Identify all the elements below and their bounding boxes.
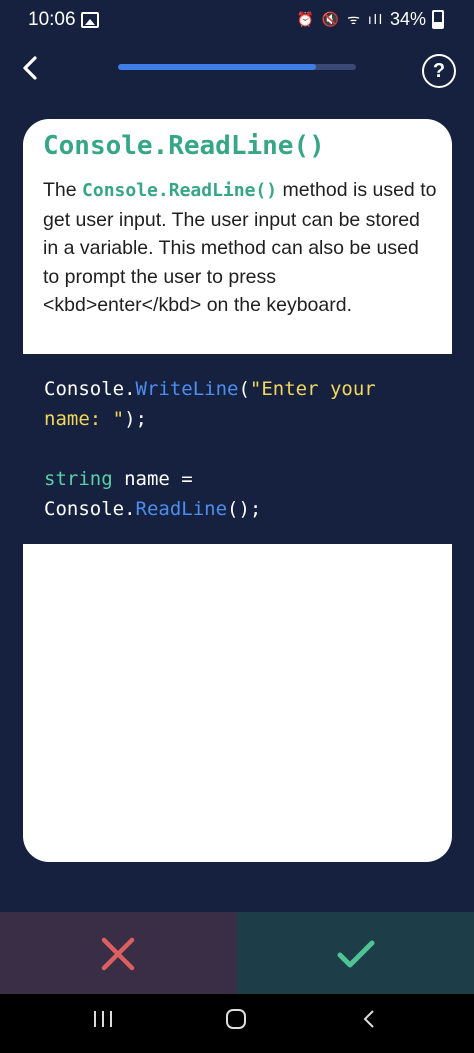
battery-percent: 34% [389, 9, 426, 29]
close-icon [101, 937, 135, 971]
code-token-string: "Enter your [249, 378, 376, 400]
code-block: Console.WriteLine("Enter your name: "); … [23, 354, 452, 544]
system-nav-bar [0, 994, 474, 1053]
code-token-method: WriteLine [135, 378, 239, 400]
gallery-icon [81, 12, 99, 28]
status-time: 10:06 [28, 9, 76, 30]
status-icons: ⏰ 🔇 ᯤ ıll 34% [297, 9, 444, 30]
wrong-button[interactable] [0, 912, 237, 994]
inline-code: Console.ReadLine() [82, 180, 278, 201]
card-body: The Console.ReadLine() method is used to… [43, 176, 438, 320]
code-token: Console. [44, 378, 136, 400]
code-token-string: name: " [44, 408, 125, 430]
code-token: (); [227, 498, 262, 520]
battery-icon [432, 10, 444, 29]
back-button[interactable] [14, 50, 50, 86]
code-line-4: Console.ReadLine(); [44, 498, 261, 520]
home-icon[interactable] [225, 1008, 247, 1030]
code-token: ( [238, 378, 250, 400]
answer-bar [0, 912, 474, 994]
progress-fill [118, 64, 316, 70]
code-token-keyword: string [44, 468, 113, 490]
back-icon[interactable] [359, 1008, 381, 1030]
card-title: Console.ReadLine() [43, 131, 325, 161]
lesson-header: ? [0, 40, 474, 100]
chevron-left-icon [23, 56, 37, 80]
alarm-mute-wifi-signal-icon: ⏰ 🔇 ᯤ ıll [296, 11, 384, 27]
code-line-2: name: "); [44, 408, 147, 430]
code-token: name = [112, 468, 193, 490]
code-line-1: Console.WriteLine("Enter your [44, 378, 376, 400]
body-prefix: The [43, 179, 83, 201]
code-token: Console. [44, 498, 136, 520]
check-icon [337, 940, 375, 968]
code-line-3: string name = [44, 468, 193, 490]
status-bar: 10:06 ⏰ 🔇 ᯤ ıll 34% [0, 0, 474, 40]
help-button[interactable]: ? [422, 54, 456, 88]
lesson-card: Console.ReadLine() The Console.ReadLine(… [23, 119, 452, 862]
lesson-progress-bar [118, 64, 356, 70]
right-button[interactable] [237, 912, 474, 994]
recent-apps-icon[interactable] [92, 1008, 114, 1030]
code-token: ); [124, 408, 147, 430]
code-token-method: ReadLine [135, 498, 228, 520]
